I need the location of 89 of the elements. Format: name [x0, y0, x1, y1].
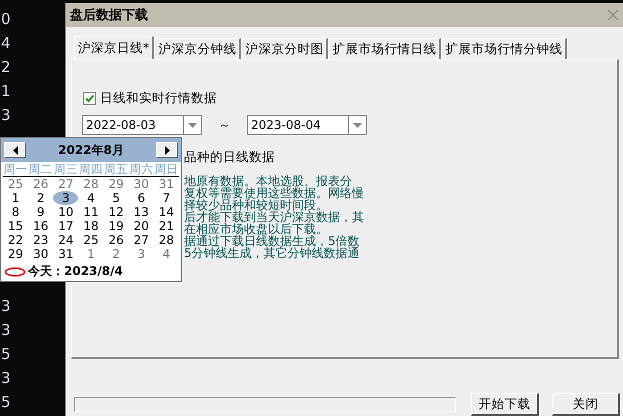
- calendar-day[interactable]: 11: [78, 205, 104, 219]
- range-separator: ～: [218, 116, 232, 134]
- start-date-dropdown[interactable]: 2022-08-03: [82, 115, 202, 135]
- calendar-day[interactable]: 19: [104, 219, 129, 233]
- calendar-day[interactable]: 18: [78, 219, 104, 233]
- axis-number: 3: [1, 108, 11, 123]
- weekday-label: 周四: [78, 162, 104, 176]
- calendar-day[interactable]: 8: [3, 205, 28, 219]
- axis-number: 5: [1, 395, 11, 410]
- calendar-day[interactable]: 24: [53, 233, 78, 247]
- calendar-day[interactable]: 27: [128, 233, 154, 247]
- section-label: 品种的日线数据: [184, 149, 276, 166]
- calendar-day[interactable]: 12: [104, 205, 129, 219]
- calendar-day[interactable]: 15: [3, 219, 28, 233]
- calendar-day[interactable]: 14: [154, 205, 179, 219]
- calendar-day[interactable]: 3: [128, 247, 154, 261]
- weekday-label: 周五: [104, 162, 129, 176]
- window-title: 盘后数据下载: [70, 6, 148, 24]
- calendar-day[interactable]: 13: [128, 205, 154, 219]
- calendar-day[interactable]: 2: [104, 247, 129, 261]
- calendar-day[interactable]: 31: [53, 247, 78, 261]
- note-text: 择较少品种和较短时间段。: [184, 199, 328, 211]
- note-text: 地原有数据。本地选股、报表分: [184, 175, 352, 187]
- calendar-day[interactable]: 10: [53, 205, 78, 219]
- calendar-day[interactable]: 25: [78, 233, 104, 247]
- calendar-day[interactable]: 5: [104, 191, 129, 205]
- axis-number: 4: [1, 36, 11, 51]
- tab[interactable]: 沪深京日线*: [74, 36, 154, 59]
- calendar-day[interactable]: 7: [154, 191, 179, 205]
- weekday-label: 周一: [3, 162, 28, 176]
- weekday-label: 周三: [53, 162, 78, 176]
- calendar-day[interactable]: 2: [28, 191, 54, 205]
- calendar-day[interactable]: 23: [28, 233, 54, 247]
- checkbox-label: 日线和实时行情数据: [100, 90, 217, 107]
- next-month-button[interactable]: [156, 142, 178, 158]
- weekday-label: 周二: [28, 162, 54, 176]
- calendar-day[interactable]: 6: [128, 191, 154, 205]
- oval-mark-icon: [4, 266, 26, 276]
- calendar-day[interactable]: 28: [154, 233, 179, 247]
- calendar-day[interactable]: 25: [3, 177, 28, 191]
- today-date[interactable]: 今天：2023/8/4: [28, 263, 123, 280]
- axis-number: 3: [1, 323, 11, 338]
- weekday-label: 周六: [128, 162, 154, 176]
- left-triangle-icon: [12, 146, 18, 154]
- calendar-day[interactable]: 22: [3, 233, 28, 247]
- month-title: 2022年8月: [58, 142, 124, 158]
- dropdown-arrow-icon: [188, 122, 197, 128]
- calendar-day[interactable]: 16: [28, 219, 54, 233]
- calendar-day[interactable]: 3: [53, 191, 78, 205]
- tab[interactable]: 沪深京分时图: [241, 38, 328, 59]
- checkbox[interactable]: [83, 92, 96, 105]
- calendar-day[interactable]: 29: [3, 247, 28, 261]
- previous-month-button[interactable]: [4, 142, 26, 158]
- axis-number: 0: [1, 12, 11, 27]
- tab[interactable]: 沪深京分钟线: [154, 38, 242, 59]
- calendar-day[interactable]: 1: [78, 247, 104, 261]
- calendar-day[interactable]: 4: [78, 191, 104, 205]
- tab[interactable]: 扩展市场行情分钟线: [441, 38, 568, 59]
- note-text: 据通过下载日线数据生成，5倍数: [184, 235, 361, 247]
- note-text: 在相应市场收盘以后下载。: [184, 223, 328, 235]
- start-download-button[interactable]: 开始下载: [471, 393, 539, 416]
- calendar-day[interactable]: 4: [154, 247, 179, 261]
- note-text: 5分钟线生成，其它分钟线数据通: [184, 247, 361, 259]
- note-text: 后才能下载到当天沪深京数据，其: [184, 211, 365, 223]
- tab[interactable]: 扩展市场行情日线: [328, 38, 442, 59]
- note-text: 复权等需要使用这些数据。网络慢: [184, 187, 365, 199]
- axis-number: 2: [1, 60, 11, 75]
- right-triangle-icon: [164, 146, 170, 154]
- calendar-day[interactable]: 26: [28, 177, 54, 191]
- calendar-day[interactable]: 21: [154, 219, 179, 233]
- calendar-day[interactable]: 20: [128, 219, 154, 233]
- calendar-day[interactable]: 26: [104, 233, 129, 247]
- calendar-day[interactable]: 28: [78, 177, 104, 191]
- axis-number: 5: [1, 347, 11, 362]
- dropdown-arrow-icon: [353, 122, 362, 128]
- calendar-day[interactable]: 30: [28, 247, 54, 261]
- calendar-day[interactable]: 27: [53, 177, 78, 191]
- axis-number: 3: [1, 371, 11, 386]
- calendar-day[interactable]: 29: [104, 177, 129, 191]
- calendar-day[interactable]: 30: [128, 177, 154, 191]
- end-date-dropdown[interactable]: 2023-08-04: [247, 115, 367, 135]
- calendar-day[interactable]: 1: [3, 191, 28, 205]
- calendar-day[interactable]: 31: [154, 177, 179, 191]
- close-button[interactable]: 关闭: [552, 393, 620, 416]
- weekday-label: 周日: [154, 162, 179, 176]
- calendar-day[interactable]: 17: [53, 219, 78, 233]
- axis-number: 1: [1, 84, 11, 99]
- calendar-day[interactable]: 9: [28, 205, 54, 219]
- axis-number: 3: [1, 299, 11, 314]
